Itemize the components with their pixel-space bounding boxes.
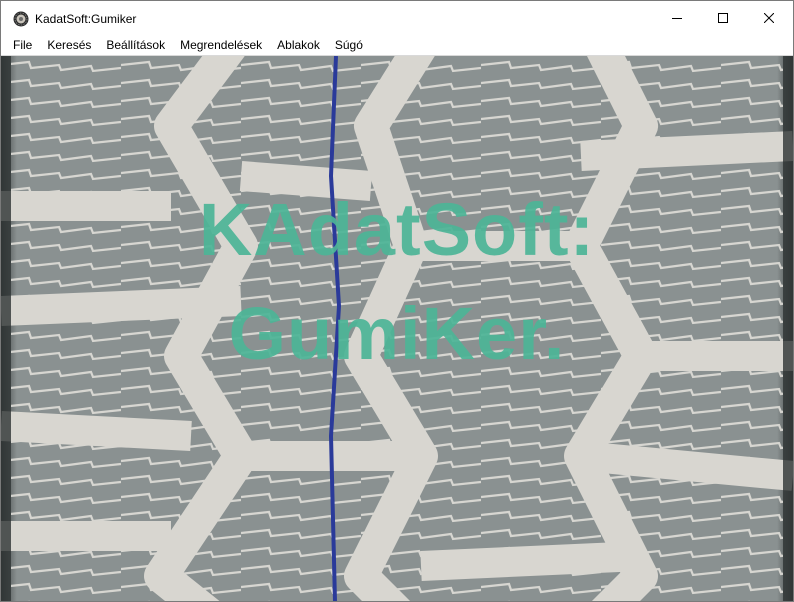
- menu-sugo[interactable]: Súgó: [327, 35, 370, 55]
- window-title: KadatSoft:Gumiker: [35, 12, 137, 26]
- minimize-icon: [672, 18, 682, 19]
- maximize-button[interactable]: [700, 1, 746, 35]
- close-icon: [764, 13, 774, 23]
- minimize-button[interactable]: [654, 1, 700, 35]
- splash-line-2: GumiKer.: [228, 292, 566, 375]
- maximize-icon: [718, 13, 728, 23]
- menu-ablakok[interactable]: Ablakok: [269, 35, 327, 55]
- menu-beallitasok[interactable]: Beállítások: [98, 35, 172, 55]
- close-button[interactable]: [746, 1, 792, 35]
- splash-line-1: KAdatSoft:: [198, 188, 596, 271]
- tire-icon[interactable]: [13, 11, 29, 27]
- menu-megrendelesek[interactable]: Megrendelések: [172, 35, 269, 55]
- title-bar[interactable]: KadatSoft:Gumiker: [1, 1, 793, 35]
- menu-kereses[interactable]: Keresés: [39, 35, 98, 55]
- main-window: KadatSoft:Gumiker File Keresés Beállítás…: [0, 0, 794, 602]
- menu-bar: File Keresés Beállítások Megrendelések A…: [1, 35, 793, 55]
- menu-file[interactable]: File: [5, 35, 39, 55]
- client-area: KAdatSoft: GumiKer.: [1, 55, 793, 601]
- splash-text: KAdatSoft: GumiKer.: [1, 178, 793, 386]
